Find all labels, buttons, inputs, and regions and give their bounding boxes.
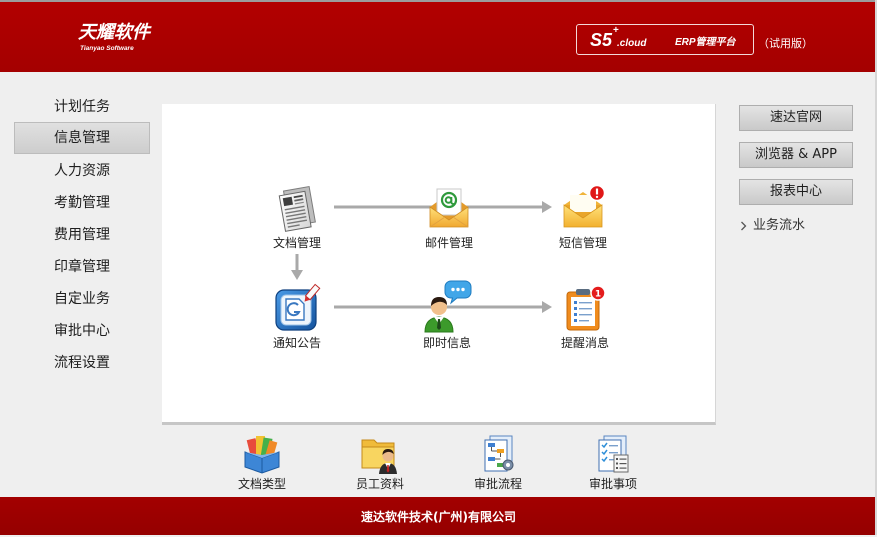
flow-node-reminder[interactable]: 1 提醒消息 [545,284,625,351]
info-management-panel: 文档管理 邮件管理 短信管理 通知公告 即时信息 1 提醒消息 [162,104,716,425]
document-types-icon [242,434,282,474]
employee-folder-icon [360,434,400,474]
product-name: S5 [590,30,613,50]
sidebar-item-custom-business[interactable]: 自定业务 [14,282,150,314]
flow-arrows [291,201,552,313]
business-ledger-label: 业务流水 [753,218,806,233]
quick-link-employee-records[interactable]: 员工资料 [340,434,420,492]
sidebar-item-workflow-settings[interactable]: 流程设置 [14,346,150,378]
flow-node-label: 邮件管理 [424,236,473,250]
sidebar-item-attendance[interactable]: 考勤管理 [14,186,150,218]
quick-link-label: 文档类型 [237,477,286,491]
reminder-badge-count: 1 [595,289,601,299]
company-logo-text: 天耀软件 [78,22,150,43]
sms-icon [559,184,607,232]
quick-link-label: 审批流程 [473,477,522,491]
flow-node-label: 提醒消息 [560,336,609,350]
notice-icon [273,283,321,332]
sidebar-item-info-management[interactable]: 信息管理 [14,122,150,154]
quick-link-document-types[interactable]: 文档类型 [222,434,302,492]
app-header: 天耀软件 Tianyao Software S5 + .cloud ERP管理平… [0,2,877,72]
product-badge: S5 + .cloud ERP管理平台 [576,24,754,55]
flow-node-mail[interactable]: 邮件管理 [409,184,489,251]
flow-arrow-down [291,254,303,280]
sidebar-item-seals[interactable]: 印章管理 [14,250,150,282]
reminder-icon: 1 [561,284,609,332]
product-suffix: .cloud [617,38,647,49]
company-logo-subtitle: Tianyao Software [80,45,134,52]
company-name: 速达软件技术(广州)有限公司 [361,510,516,524]
chevron-right-icon [741,221,747,231]
sidebar-item-plan-tasks[interactable]: 计划任务 [14,90,150,122]
approval-flow-icon [478,434,518,474]
flow-node-instant-message[interactable]: 即时信息 [407,280,487,351]
product-superscript: + [613,25,619,36]
official-site-button[interactable]: 速达官网 [739,105,853,131]
platform-name: ERP管理平台 [675,37,736,48]
browser-app-button[interactable]: 浏览器 & APP [739,142,853,168]
flow-node-label: 通知公告 [272,336,321,350]
flow-node-notice[interactable]: 通知公告 [257,283,337,351]
quick-link-approval-flow[interactable]: 审批流程 [458,434,538,492]
quick-link-label: 员工资料 [355,477,404,491]
report-center-button[interactable]: 报表中心 [739,179,853,205]
sidebar-item-human-resources[interactable]: 人力资源 [14,154,150,186]
document-icon [273,184,321,232]
chat-icon [423,280,472,333]
quick-link-approval-items[interactable]: 审批事项 [573,434,653,492]
flow-node-label: 即时信息 [422,336,471,350]
sidebar-item-expenses[interactable]: 费用管理 [14,218,150,250]
flow-node-documents[interactable]: 文档管理 [257,184,337,251]
flow-node-label: 短信管理 [558,236,607,250]
approval-items-icon [593,434,633,474]
mail-icon [425,184,473,232]
flow-node-label: 文档管理 [272,236,321,250]
flow-node-sms[interactable]: 短信管理 [543,184,623,251]
app-footer: 速达软件技术(广州)有限公司 [0,497,877,535]
quick-link-label: 审批事项 [588,477,637,491]
edition-label: （试用版） [758,37,813,50]
sidebar-item-approval-center[interactable]: 审批中心 [14,314,150,346]
